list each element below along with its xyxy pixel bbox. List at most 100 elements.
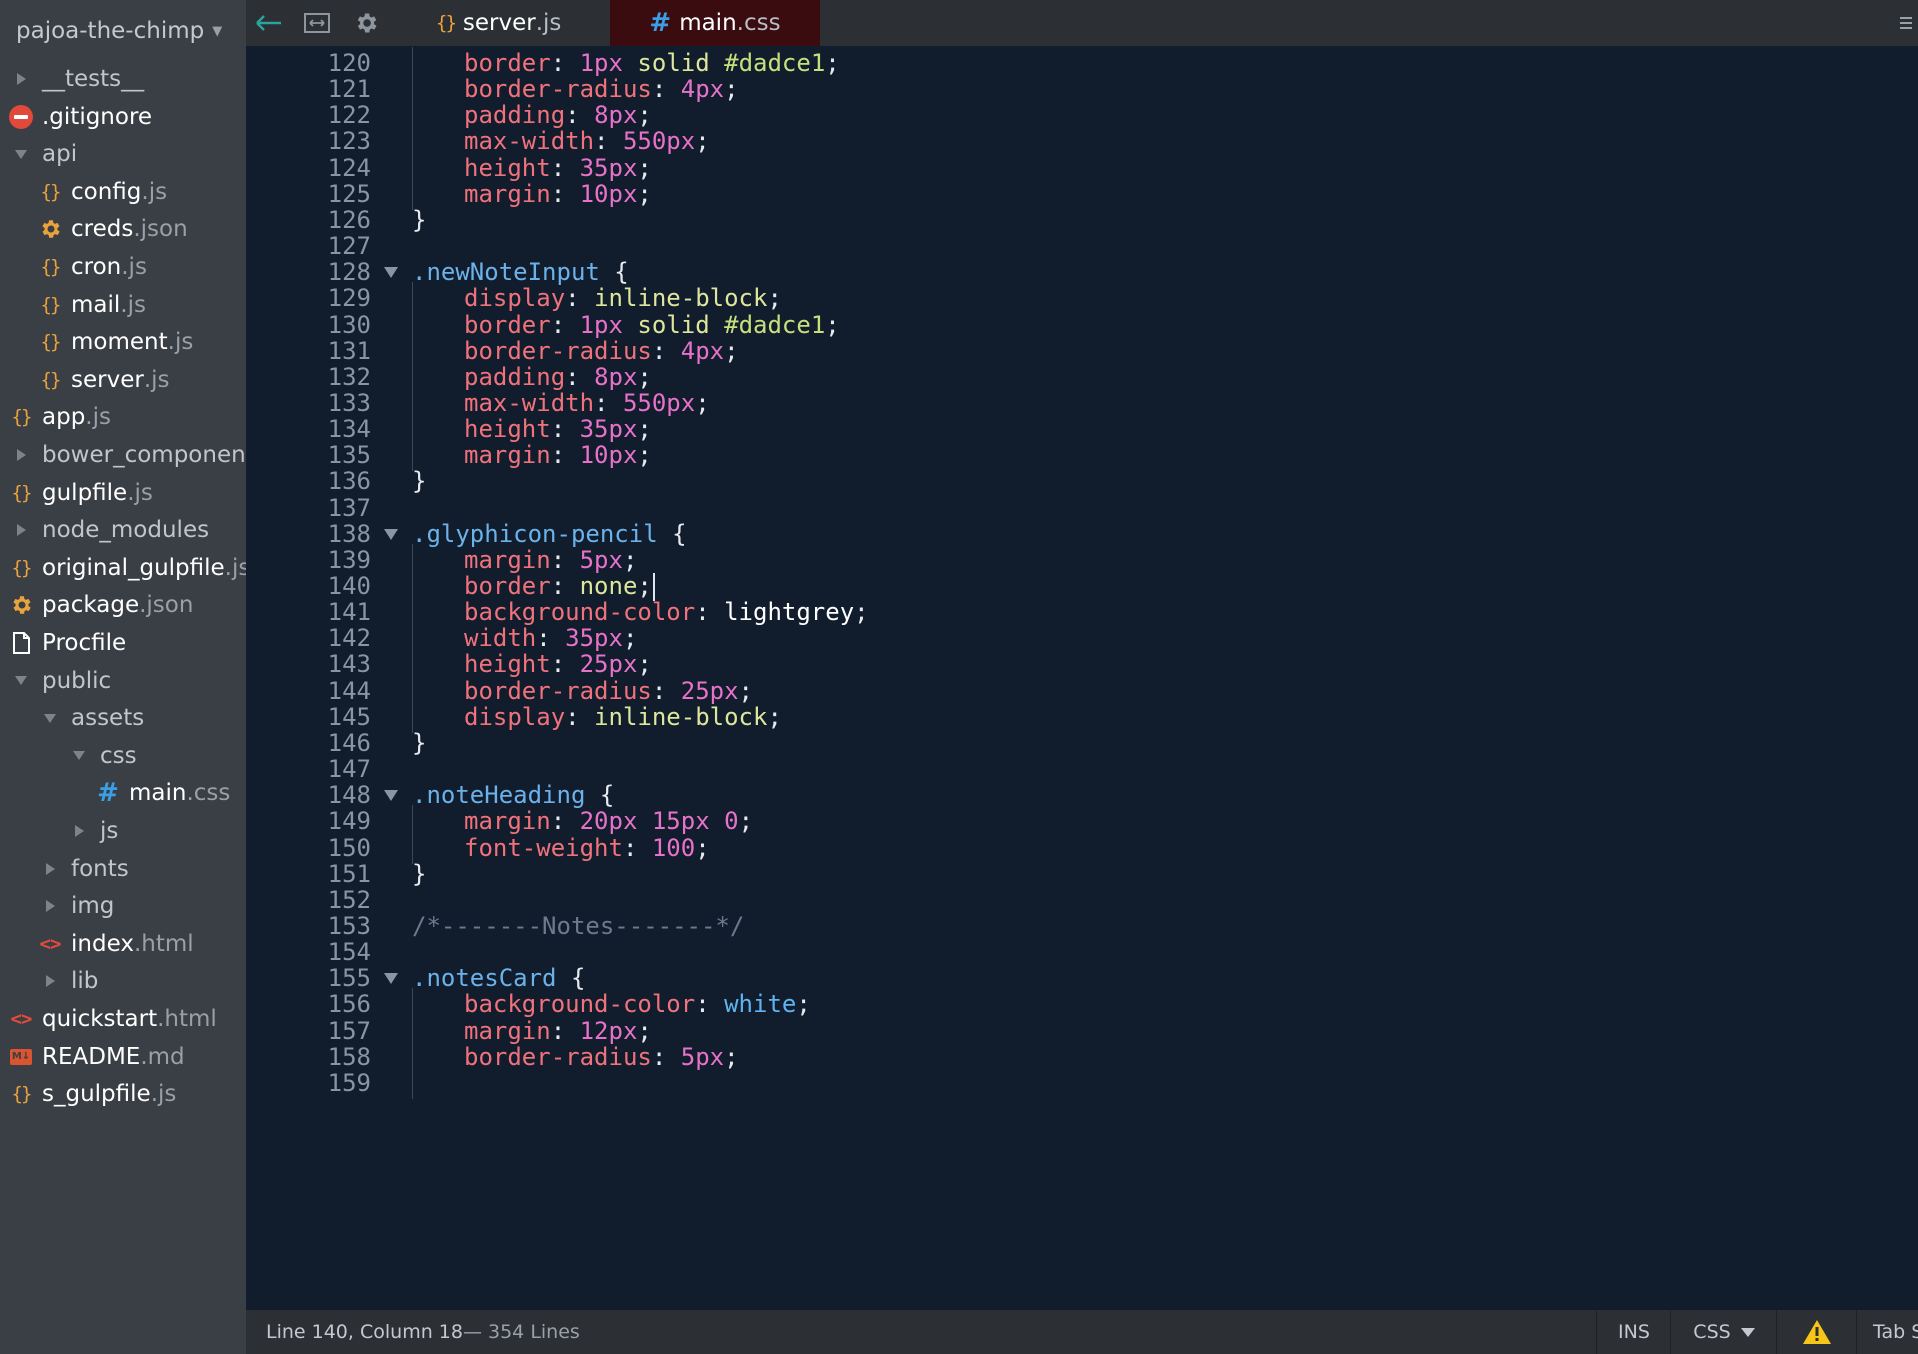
insert-mode-indicator[interactable]: INS [1596, 1310, 1671, 1354]
tree-item-name: bower_componen [42, 442, 246, 468]
code-editor[interactable]: 120 border: 1px solid #dadce1; 121 border-r… [246, 46, 1918, 1310]
back-arrow-icon[interactable] [246, 0, 292, 46]
tab-size-label: Tab Si [1873, 1321, 1918, 1343]
tree-item-name: fonts [71, 855, 129, 882]
tree-item-ext: .js [127, 479, 153, 506]
code-line[interactable]: 159 [246, 1066, 1918, 1099]
tree-item-name: mail [71, 291, 121, 318]
split-view-icon[interactable] [294, 0, 340, 46]
language-label: CSS [1693, 1321, 1731, 1343]
menu-icon[interactable] [1900, 0, 1918, 46]
tree-item-ext: .js [120, 291, 146, 318]
folder-collapsed-icon [35, 975, 65, 988]
tab-label: main [679, 10, 737, 36]
markdown-icon: M↓ [6, 1048, 36, 1065]
tree-item-ext: .js [85, 404, 111, 431]
file-tree-sidebar: pajoa-the-chimp ▼ __tests__ .gitignore api… [0, 0, 246, 1354]
tree-item-name: package [42, 592, 140, 619]
tree-item-name: creds [71, 216, 134, 243]
tree-item-ext: .html [133, 930, 194, 957]
no-entry-icon [6, 104, 36, 129]
tab-ext: .css [736, 10, 781, 36]
tree-item-ext: .js [167, 329, 194, 356]
chevron-down-icon: ▼ [212, 23, 223, 39]
tree-item-ext: .json [133, 216, 188, 243]
braces-icon: {} [11, 481, 33, 504]
fold-toggle-icon[interactable] [384, 790, 398, 802]
tree-item-name: api [42, 141, 78, 168]
folder-collapsed-icon [6, 524, 36, 537]
tab-server-js[interactable]: {} server .js [436, 0, 581, 46]
fold-toggle-icon[interactable] [384, 267, 398, 279]
tree-item-name: lib [71, 968, 99, 995]
tree-item-ext: .css [186, 780, 231, 807]
tree-item-ext: .js [150, 1081, 177, 1108]
tree-item-name: config [71, 178, 142, 205]
tree-item-name: css [100, 742, 137, 769]
braces-icon: {} [11, 406, 33, 429]
tree-item-name: __tests__ [42, 66, 145, 92]
folder-expanded-icon [6, 676, 36, 686]
tree-item-name: gulpfile [42, 479, 128, 506]
folder-expanded-icon [64, 751, 94, 761]
tab-ext: .js [535, 10, 562, 36]
language-selector[interactable]: CSS [1670, 1310, 1777, 1354]
fold-toggle-icon[interactable] [384, 973, 398, 985]
status-bar: Line 140, Column 18 — 354 Lines INS CSS … [246, 1310, 1918, 1354]
tree-item-name: Procfile [42, 630, 127, 656]
folder-collapsed-icon [35, 862, 65, 875]
line-number: 159 [327, 1068, 371, 1097]
braces-icon: {} [436, 12, 457, 34]
project-dropdown[interactable]: pajoa-the-chimp ▼ [16, 14, 222, 48]
angle-brackets-icon: <> [10, 1008, 33, 1030]
tree-item-name: moment [71, 329, 168, 356]
folder-collapsed-icon [6, 73, 36, 85]
tree-item-name: index [71, 930, 134, 957]
tree-item-ext: .js [141, 178, 168, 205]
braces-icon: {} [40, 331, 62, 354]
warning-button[interactable] [1776, 1310, 1857, 1354]
folder-collapsed-icon [6, 449, 36, 461]
tree-item-ext: .js [224, 554, 246, 581]
tree-item-name: node_modules [42, 517, 210, 544]
braces-icon: {} [40, 293, 62, 316]
tree-item-ext: .html [157, 1006, 217, 1032]
braces-icon: {} [40, 368, 62, 391]
tree-item-name: original_gulpfile [42, 554, 225, 581]
tab-size-selector[interactable]: Tab Si [1856, 1310, 1918, 1354]
tree-item-ext: .json [139, 592, 194, 619]
tree-item-name: assets [71, 705, 145, 732]
tree-item-name: s_gulpfile [42, 1081, 151, 1108]
folder-expanded-icon [35, 713, 65, 723]
angle-brackets-icon: <> [39, 932, 62, 955]
project-name: pajoa-the-chimp [16, 18, 205, 44]
tree-item-name: main [129, 780, 187, 807]
tree-file[interactable]: {} s_gulpfile .js [0, 1071, 246, 1117]
line-count: — 354 Lines [462, 1321, 580, 1343]
tree-item-ext: .js [143, 366, 170, 393]
tree-item-name: js [100, 818, 119, 844]
tree-item-ext: .js [121, 254, 147, 280]
tree-item-name: public [42, 667, 112, 694]
fold-toggle-icon[interactable] [384, 528, 398, 540]
tree-item-name: cron [71, 254, 122, 280]
cursor-position[interactable]: Line 140, Column 18 — 354 Lines [266, 1310, 580, 1354]
tree-item-name: img [71, 893, 115, 920]
gear-icon [6, 593, 36, 617]
insert-mode-label: INS [1618, 1321, 1650, 1343]
gear-icon[interactable] [343, 0, 389, 46]
tab-label: server [462, 10, 536, 36]
tab-main-css[interactable]: # main .css [610, 0, 820, 46]
tree-item-name: app [42, 404, 86, 431]
tree-item-name: README [42, 1043, 141, 1070]
hash-icon: # [649, 8, 672, 38]
hash-icon: # [97, 778, 119, 809]
tree-item-name: .gitignore [42, 103, 153, 130]
braces-icon: {} [11, 556, 33, 579]
tree-item-name: quickstart [42, 1006, 158, 1032]
tab-bar: {} server .js # main .css [246, 0, 1918, 46]
indent-guide [412, 1066, 413, 1099]
braces-icon: {} [40, 180, 62, 203]
folder-collapsed-icon [35, 900, 65, 913]
tree-item-name: server [71, 366, 144, 393]
